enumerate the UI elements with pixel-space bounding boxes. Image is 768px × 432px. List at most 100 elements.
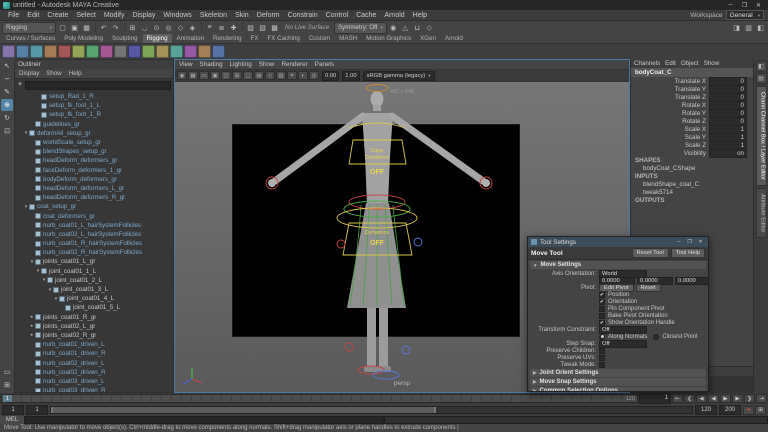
- checkbox[interactable]: [599, 299, 605, 305]
- go-to-start-button[interactable]: ⇤: [672, 394, 683, 403]
- play-forward-button[interactable]: ▶: [720, 394, 731, 403]
- menu-item[interactable]: Select: [72, 12, 99, 19]
- shelf-tab[interactable]: MASH: [335, 34, 361, 43]
- safe-action-icon[interactable]: ▢: [243, 71, 253, 80]
- outliner-row[interactable]: ▾ joint_coat01_2_L: [15, 276, 173, 285]
- outliner-menu-item[interactable]: Display: [19, 70, 39, 77]
- snap-to-grid-icon[interactable]: ⊞: [127, 22, 138, 33]
- range-slider-handle[interactable]: [51, 407, 436, 413]
- lasso-tool-icon[interactable]: ∽: [1, 73, 13, 85]
- menu-item[interactable]: Skeleton: [196, 12, 231, 19]
- animation-end-field[interactable]: 200: [719, 405, 741, 415]
- menuset-selector[interactable]: Rigging: [2, 22, 56, 34]
- ik-handle-icon[interactable]: [16, 45, 29, 58]
- workspace-dropdown[interactable]: General: [726, 10, 764, 20]
- outliner-row[interactable]: ▾ joint_coat01_3_L: [15, 285, 173, 294]
- menu-item[interactable]: Edit: [23, 12, 43, 19]
- paint-select-tool-icon[interactable]: ✎: [1, 86, 13, 98]
- shelf-tab[interactable]: Rendering: [209, 34, 246, 43]
- xray-mode-icon[interactable]: ◎: [309, 71, 319, 80]
- outliner-row[interactable]: blendShapes_setup_gr: [15, 147, 173, 156]
- checkbox-row[interactable]: Position: [599, 291, 706, 298]
- outliner-row[interactable]: setup_fk_foot_1_L: [15, 101, 173, 110]
- channel-box-node-item[interactable]: SHAPES: [631, 157, 753, 165]
- exposure-field[interactable]: 0.00: [322, 71, 339, 81]
- timeline-track[interactable]: 1 120: [1, 394, 638, 403]
- outliner-row[interactable]: nurb_coat01_R_hairSystemFollicles: [15, 239, 173, 248]
- shelf-tab[interactable]: Animation: [173, 34, 209, 43]
- snap-to-curve-icon[interactable]: ◡: [139, 22, 150, 33]
- outliner-row[interactable]: ▸ joints_coat02_R_gr: [15, 331, 173, 340]
- skin-bind-icon[interactable]: [44, 45, 57, 58]
- checkbox[interactable]: [599, 362, 605, 368]
- checkbox[interactable]: [599, 348, 605, 354]
- channel-box-node-item[interactable]: blendShape_coat_C: [631, 181, 753, 189]
- select-tool-icon[interactable]: ↖: [1, 60, 13, 72]
- outliner-row[interactable]: ▾ joints_coat01_L_gr: [15, 257, 173, 266]
- menu-item[interactable]: File: [4, 12, 23, 19]
- outliner-row[interactable]: headDeform_deformers_L_gr: [15, 184, 173, 193]
- sidebar-vertical-tab[interactable]: Chann Channel Box / Layer Editor: [756, 86, 767, 186]
- collapsed-section-header[interactable]: Move Snap Settings: [530, 378, 706, 386]
- radio-button[interactable]: [653, 334, 659, 340]
- minimize-button[interactable]: ─: [724, 1, 737, 10]
- viewport-menu-item[interactable]: Shading: [200, 61, 223, 68]
- checkbox[interactable]: [599, 355, 605, 361]
- shelf-tab[interactable]: Poly Modeling: [60, 34, 107, 43]
- checkbox-row[interactable]: Orientation: [599, 298, 706, 305]
- outliner-row[interactable]: ▾ coat_setup_gr: [15, 202, 173, 211]
- outliner-row[interactable]: nurb_coat03_driven_L: [15, 377, 173, 386]
- current-frame-field[interactable]: 1: [639, 393, 671, 404]
- outliner-row[interactable]: nurb_coat02_R_hairSystemFollicles: [15, 248, 173, 257]
- outliner-row[interactable]: nurb_coat02_L_hairSystemFollicles: [15, 230, 173, 239]
- set-driven-key-icon[interactable]: [198, 45, 211, 58]
- colorspace-selector[interactable]: sRGB gamma (legacy): [363, 71, 435, 81]
- shadows-icon[interactable]: ◐: [298, 71, 308, 80]
- channel-box-menu-item[interactable]: Object: [681, 60, 699, 67]
- checkbox-row[interactable]: Preserve UVs:: [530, 354, 706, 361]
- menu-item[interactable]: Display: [128, 12, 159, 19]
- radio-option[interactable]: Closest Point: [653, 334, 697, 340]
- field-chart-icon[interactable]: ⊞: [232, 71, 242, 80]
- soft-select-icon[interactable]: ◉: [388, 22, 399, 33]
- menu-item[interactable]: Control: [322, 12, 353, 19]
- animation-start-field[interactable]: 1: [2, 405, 24, 415]
- channel-row[interactable]: Visibility on: [631, 149, 753, 157]
- outliner-row[interactable]: nurb_coat02_driven_R: [15, 368, 173, 377]
- parent-constraint-icon[interactable]: [156, 45, 169, 58]
- use-all-lights-icon[interactable]: ✶: [287, 71, 297, 80]
- gate-mask-icon[interactable]: ◫: [221, 71, 231, 80]
- gamma-field[interactable]: 1.00: [342, 71, 359, 81]
- mirror-skin-weights-icon[interactable]: [86, 45, 99, 58]
- safe-title-icon[interactable]: ▤: [254, 71, 264, 80]
- outliner-search-input[interactable]: [25, 81, 171, 90]
- shelf-tab[interactable]: Arnold: [441, 34, 467, 43]
- move-tool-icon[interactable]: ⊕: [1, 99, 13, 111]
- channel-box-menu-item[interactable]: Channels: [634, 60, 660, 67]
- range-slider-bar[interactable]: [50, 406, 693, 414]
- outliner-row[interactable]: guidelines_gr: [15, 120, 173, 129]
- outliner-row[interactable]: bodyDeform_deformers_gr: [15, 175, 173, 184]
- step-forward-key-button[interactable]: ❯: [744, 394, 755, 403]
- outliner-row[interactable]: ▾ deformAll_setup_gr: [15, 129, 173, 138]
- camera-lock-icon[interactable]: ◉: [177, 71, 187, 80]
- outliner-row[interactable]: setup_Rad_1_R: [15, 92, 173, 101]
- menu-item[interactable]: Create: [43, 12, 72, 19]
- viewport-menu-item[interactable]: Renderer: [281, 61, 307, 68]
- shelf-tab[interactable]: Sculpting: [108, 34, 141, 43]
- render-icon[interactable]: ▨: [245, 22, 256, 33]
- step-back-key-button[interactable]: ❮: [684, 394, 695, 403]
- checkbox-row[interactable]: Preserve Children:: [530, 347, 706, 354]
- save-scene-icon[interactable]: ▦: [81, 22, 92, 33]
- outliner-row[interactable]: setup_fk_foot_1_R: [15, 110, 173, 119]
- channel-box-node-item[interactable]: bodyCoat_CShape: [631, 165, 753, 173]
- menu-item[interactable]: Windows: [159, 12, 195, 19]
- symmetry-selector[interactable]: Symmetry: Off: [334, 22, 387, 34]
- outliner-row[interactable]: nurb_coat03_driven_R: [15, 386, 173, 392]
- checkbox-row[interactable]: Tweak Mode:: [530, 361, 706, 368]
- close-button[interactable]: ✕: [696, 238, 705, 246]
- shelf-tab[interactable]: Custom: [305, 34, 334, 43]
- snap-to-projected-center-icon[interactable]: ◎: [163, 22, 174, 33]
- input-connections-icon[interactable]: ≡: [204, 22, 215, 33]
- blend-shape-icon[interactable]: [100, 45, 113, 58]
